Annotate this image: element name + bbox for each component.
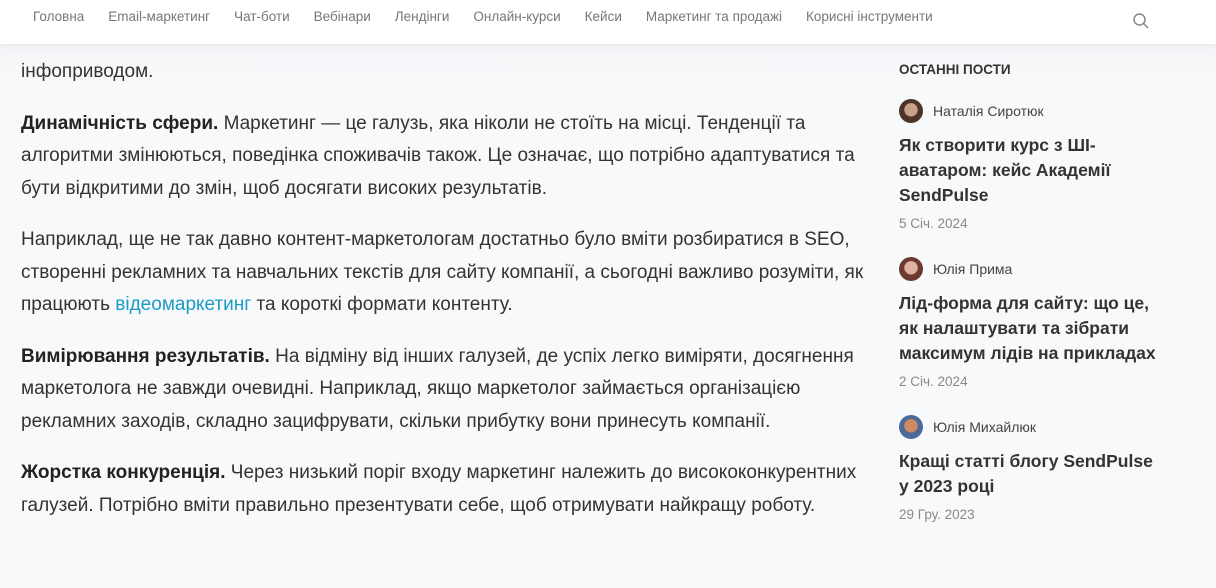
bold-lead: Динамічність сфери. bbox=[21, 112, 219, 134]
avatar bbox=[899, 257, 923, 281]
avatar bbox=[899, 99, 923, 123]
nav-home[interactable]: Головна bbox=[33, 9, 84, 24]
nav-chatbots[interactable]: Чат-боти bbox=[234, 9, 290, 24]
post-item: Наталія Сиротюк Як створити курс з ШІ-ав… bbox=[899, 99, 1159, 231]
post-item: Юлія Михайлюк Кращі статті блогу SendPul… bbox=[899, 415, 1159, 522]
post-author[interactable]: Юлія Михайлюк bbox=[899, 415, 1159, 439]
paragraph: інфоприводом. bbox=[21, 61, 154, 82]
search-icon[interactable] bbox=[1132, 12, 1150, 30]
author-name: Наталія Сиротюк bbox=[933, 103, 1044, 119]
post-date: 5 Січ. 2024 bbox=[899, 216, 968, 231]
bold-lead: Жорстка конкуренція. bbox=[21, 462, 226, 483]
post-item: Юлія Прима Лід-форма для сайту: що це, я… bbox=[899, 257, 1159, 389]
post-author[interactable]: Юлія Прима bbox=[899, 257, 1159, 281]
paragraph: Динамічність сфери. Маркетинг — це галуз… bbox=[21, 108, 871, 206]
nav-landings[interactable]: Лендінги bbox=[395, 9, 450, 24]
recent-posts: ОСТАННІ ПОСТИ Наталія Сиротюк Як створит… bbox=[899, 62, 1159, 548]
post-date: 29 Гру. 2023 bbox=[899, 507, 975, 522]
nav-cases[interactable]: Кейси bbox=[585, 9, 622, 24]
video-marketing-link[interactable]: відеомаркетинг bbox=[115, 294, 251, 315]
author-name: Юлія Михайлюк bbox=[933, 419, 1036, 435]
nav-useful-tools[interactable]: Корисні інструменти bbox=[806, 9, 933, 24]
author-name: Юлія Прима bbox=[933, 261, 1013, 277]
nav-online-courses[interactable]: Онлайн-курси bbox=[473, 9, 560, 24]
paragraph: Жорстка конкуренція. Через низький поріг… bbox=[21, 457, 871, 522]
text: та короткі формати контенту. bbox=[251, 294, 513, 315]
paragraph: Наприклад, ще не так давно контент-марке… bbox=[21, 224, 871, 322]
nav-webinars[interactable]: Вебінари bbox=[314, 9, 371, 24]
paragraph: Вимірювання результатів. На відміну від … bbox=[21, 341, 871, 439]
avatar bbox=[899, 415, 923, 439]
article-body: інфоприводом. Динамічність сфери. Маркет… bbox=[21, 30, 871, 541]
nav-email-marketing[interactable]: Email-маркетинг bbox=[108, 9, 210, 24]
bold-lead: Вимірювання результатів. bbox=[21, 345, 270, 367]
nav-marketing-sales[interactable]: Маркетинг та продажі bbox=[646, 9, 782, 24]
post-title[interactable]: Кращі статті блогу SendPulse у 2023 році bbox=[899, 449, 1159, 499]
post-date: 2 Січ. 2024 bbox=[899, 374, 968, 389]
post-title[interactable]: Лід-форма для сайту: що це, як налаштува… bbox=[899, 291, 1159, 366]
post-author[interactable]: Наталія Сиротюк bbox=[899, 99, 1159, 123]
recent-posts-heading: ОСТАННІ ПОСТИ bbox=[899, 62, 1011, 77]
post-title[interactable]: Як створити курс з ШІ-аватаром: кейс Ака… bbox=[899, 133, 1159, 208]
top-nav: Головна Email-маркетинг Чат-боти Вебінар… bbox=[0, 0, 1216, 44]
